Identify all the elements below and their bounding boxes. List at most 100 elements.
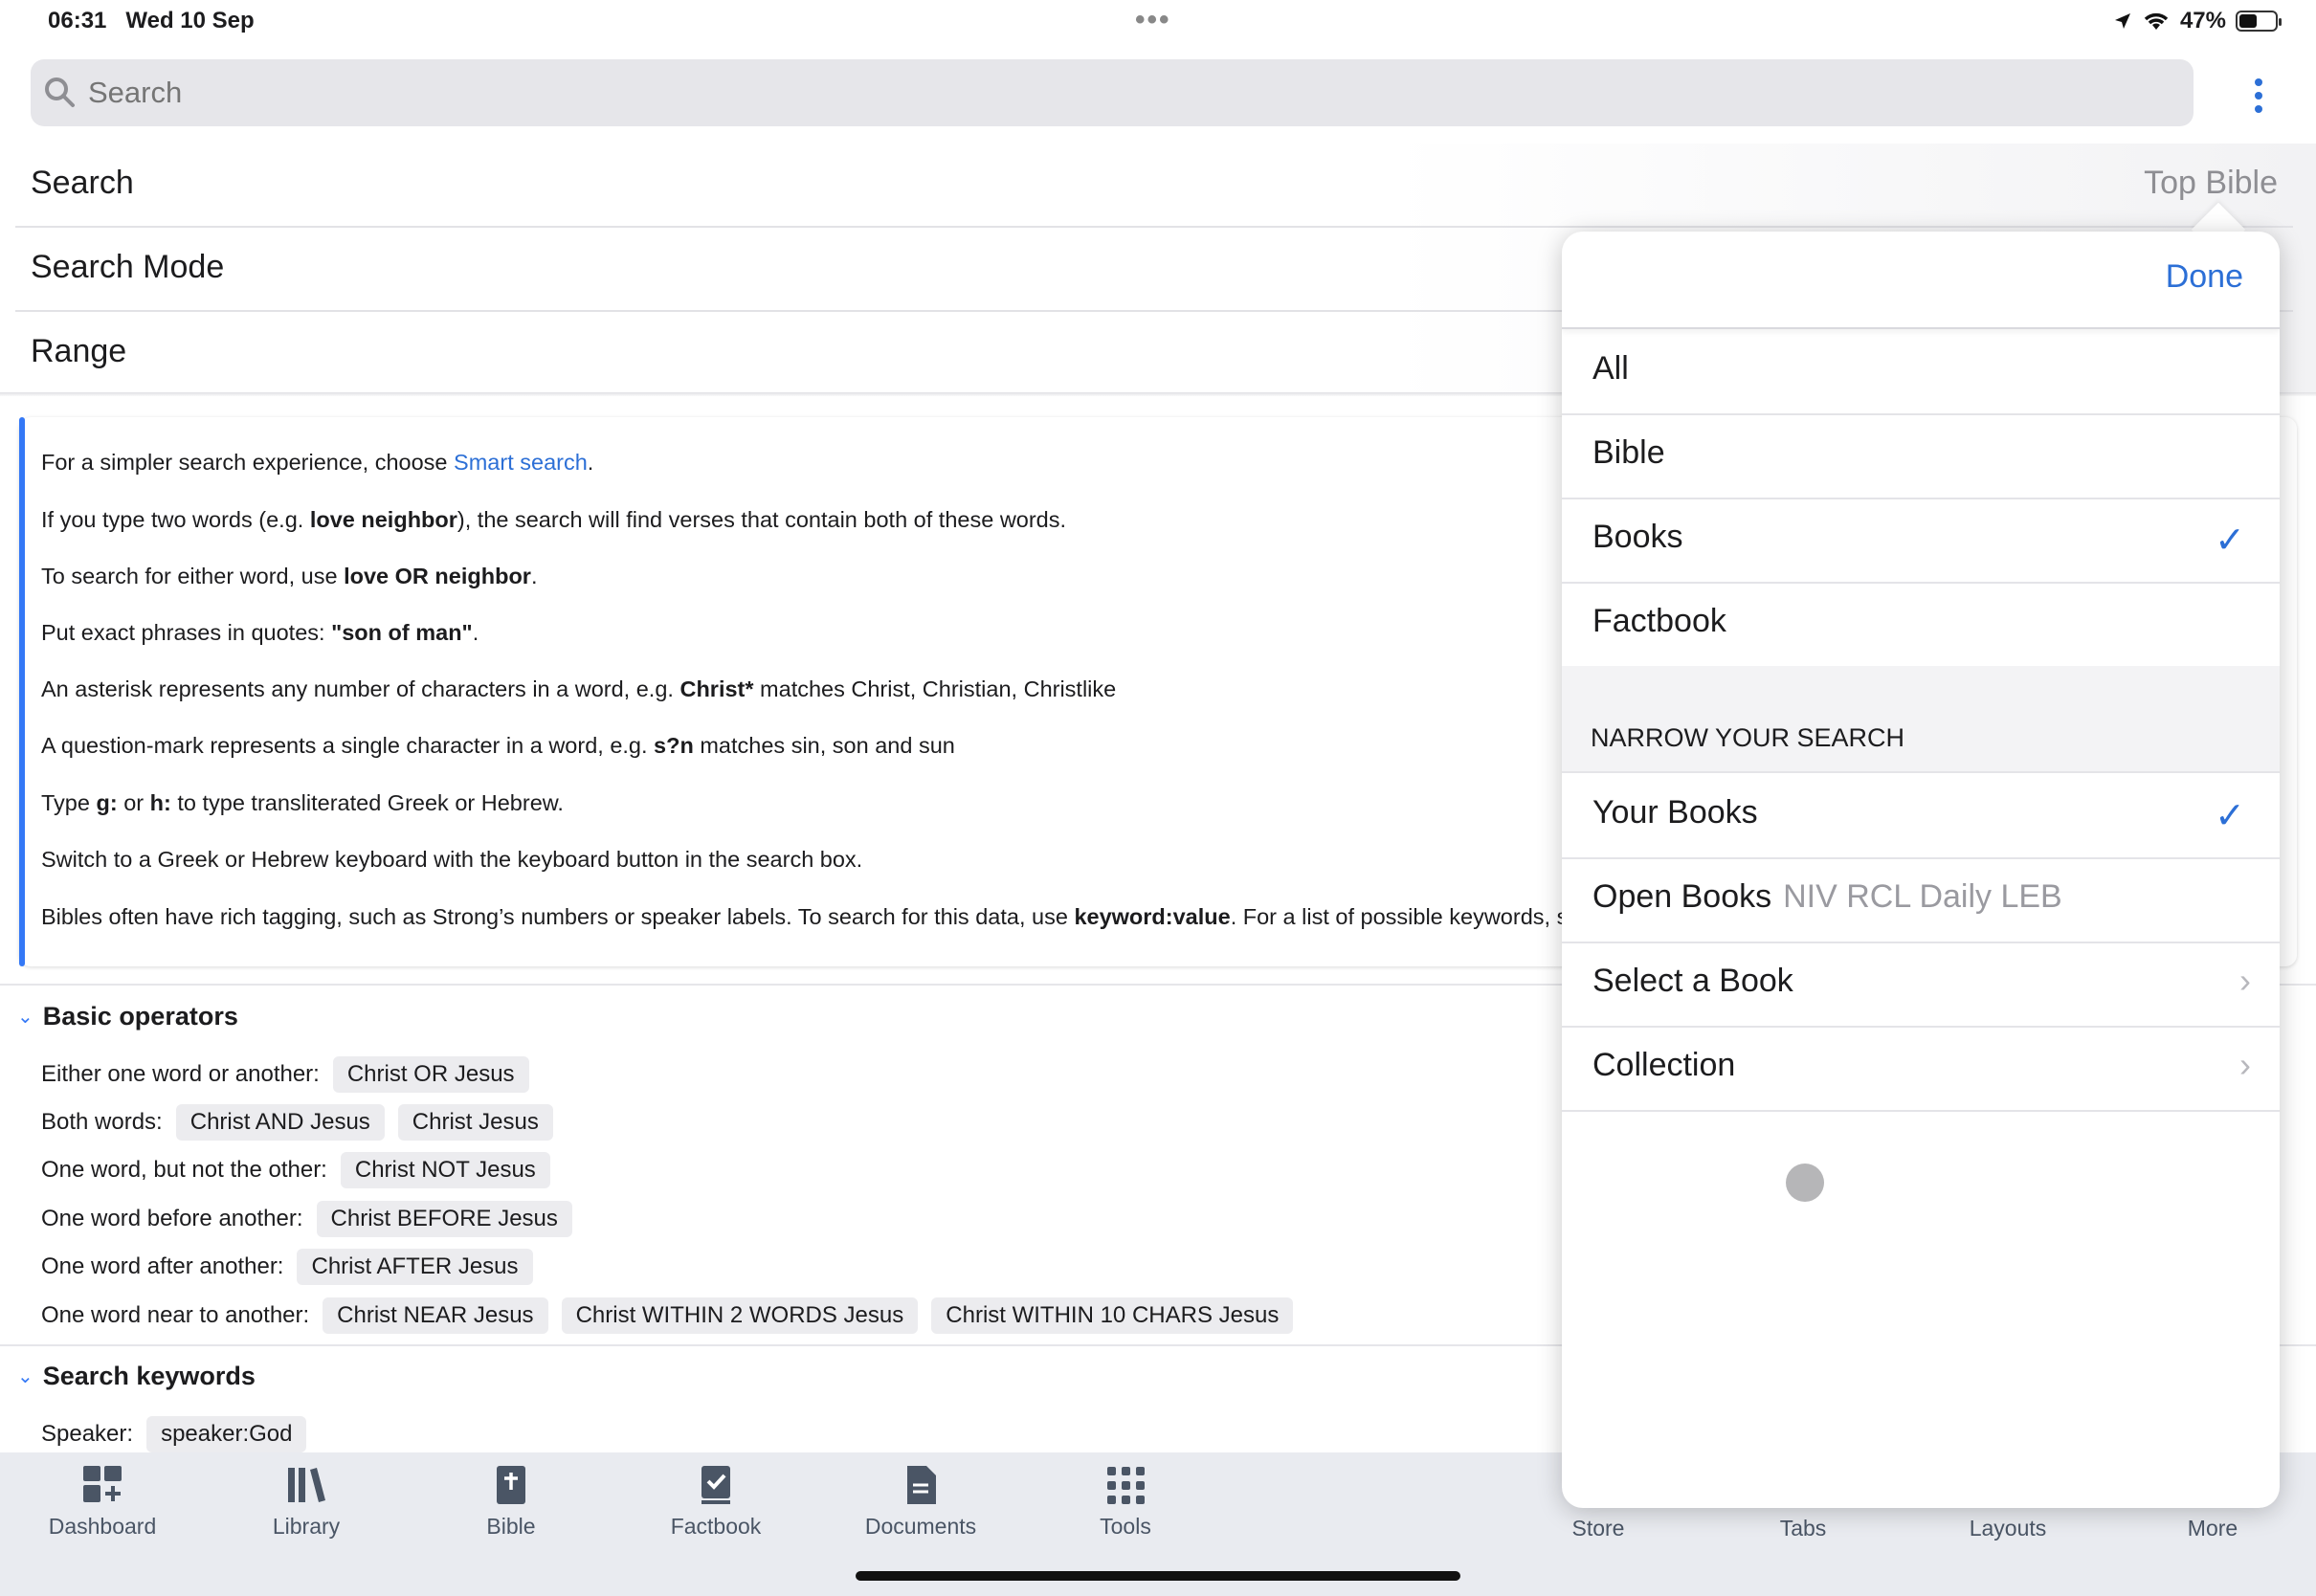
search-keywords-title: Search keywords bbox=[42, 1362, 256, 1390]
more-options-icon[interactable] bbox=[2247, 75, 2270, 117]
option-label: Books bbox=[1592, 519, 1683, 555]
bible-icon bbox=[497, 1466, 525, 1504]
tab-tools[interactable]: Tools bbox=[1039, 1464, 1212, 1540]
tab-more[interactable]: More bbox=[2127, 1516, 2299, 1541]
tab-label: More bbox=[2187, 1516, 2238, 1541]
checkmark-icon: ✓ bbox=[2215, 796, 2245, 836]
tab-label: Tools bbox=[1100, 1514, 1151, 1539]
operator-row: One word before another: Christ BEFORE J… bbox=[41, 1201, 572, 1237]
help-line: To search for either word, use love OR n… bbox=[41, 564, 538, 588]
multitasking-dots-icon[interactable]: ••• bbox=[1135, 4, 1171, 36]
chevron-down-icon: ⌄ bbox=[17, 1007, 33, 1028]
help-line: Switch to a Greek or Hebrew keyboard wit… bbox=[41, 847, 863, 872]
option-label: Factbook bbox=[1592, 603, 1726, 639]
help-accent-bar bbox=[19, 417, 25, 966]
status-time: 06:31 Wed 10 Sep bbox=[48, 8, 255, 33]
narrow-open-books[interactable]: Open Books NIV RCL Daily LEB bbox=[1562, 857, 2280, 943]
tab-label: Documents bbox=[864, 1514, 977, 1539]
tab-tabs[interactable]: Tabs bbox=[1717, 1516, 1889, 1541]
help-line: For a simpler search experience, choose … bbox=[41, 450, 594, 475]
option-label: Collection bbox=[1592, 1047, 1736, 1083]
narrow-your-books[interactable]: Your Books ✓ bbox=[1562, 771, 2280, 859]
search-keywords-header[interactable]: ⌄ Search keywords bbox=[17, 1362, 256, 1391]
option-label: Bible bbox=[1592, 434, 1665, 471]
chevron-down-icon: ⌄ bbox=[17, 1366, 33, 1387]
tab-factbook[interactable]: Factbook bbox=[630, 1464, 802, 1540]
option-label: Select a Book bbox=[1592, 963, 1793, 999]
operator-row: One word, but not the other: Christ NOT … bbox=[41, 1152, 550, 1188]
popover-header: Done bbox=[1562, 232, 2280, 329]
status-bar: 06:31 Wed 10 Sep ••• 47% bbox=[0, 0, 2316, 46]
status-indicators: 47% bbox=[2113, 8, 2282, 34]
search-mode-label: Search Mode bbox=[31, 249, 225, 285]
battery-icon bbox=[2236, 11, 2282, 32]
done-button[interactable]: Done bbox=[2166, 258, 2243, 296]
document-icon bbox=[907, 1466, 936, 1504]
operator-chip[interactable]: Christ AFTER Jesus bbox=[297, 1249, 533, 1285]
checkmark-icon: ✓ bbox=[2215, 521, 2245, 561]
operator-chip[interactable]: Christ WITHIN 2 WORDS Jesus bbox=[561, 1297, 919, 1334]
operator-chip[interactable]: Christ OR Jesus bbox=[332, 1056, 529, 1093]
operator-chip[interactable]: Christ NEAR Jesus bbox=[323, 1297, 548, 1334]
smart-search-link[interactable]: Smart search bbox=[454, 450, 588, 475]
option-factbook[interactable]: Factbook bbox=[1562, 582, 2280, 668]
help-line: Bibles often have rich tagging, such as … bbox=[41, 904, 1581, 929]
search-bar[interactable] bbox=[31, 59, 2194, 126]
option-bible[interactable]: Bible bbox=[1562, 413, 2280, 499]
tab-documents[interactable]: Documents bbox=[835, 1464, 1007, 1540]
operator-label: Both words: bbox=[41, 1109, 163, 1135]
tab-label: Layouts bbox=[1969, 1516, 2047, 1541]
operator-chip[interactable]: Christ WITHIN 10 CHARS Jesus bbox=[931, 1297, 1294, 1334]
home-indicator[interactable] bbox=[856, 1571, 1460, 1581]
keyword-chip[interactable]: speaker:God bbox=[146, 1416, 307, 1452]
operator-label: Either one word or another: bbox=[41, 1061, 320, 1087]
search-icon bbox=[45, 78, 75, 107]
open-books-list: NIV RCL Daily LEB bbox=[1783, 878, 2062, 915]
option-books[interactable]: Books ✓ bbox=[1562, 498, 2280, 584]
location-arrow-icon bbox=[2114, 13, 2130, 29]
status-date: Wed 10 Sep bbox=[125, 8, 255, 33]
keyword-label: Speaker: bbox=[41, 1421, 134, 1447]
search-row-label: Search bbox=[31, 165, 134, 201]
help-line: An asterisk represents any number of cha… bbox=[41, 676, 1117, 701]
tab-bible[interactable]: Bible bbox=[425, 1464, 597, 1540]
chevron-right-icon: › bbox=[2239, 961, 2251, 1000]
operator-chip[interactable]: Christ Jesus bbox=[397, 1104, 553, 1141]
dashboard-icon bbox=[83, 1466, 122, 1502]
tab-layouts[interactable]: Layouts bbox=[1922, 1516, 2094, 1541]
option-label: Your Books bbox=[1592, 794, 1758, 831]
narrow-select-book[interactable]: Select a Book › bbox=[1562, 942, 2280, 1028]
help-line: Put exact phrases in quotes: "son of man… bbox=[41, 620, 479, 645]
help-line: If you type two words (e.g. love neighbo… bbox=[41, 507, 1067, 532]
option-label: Open Books NIV RCL Daily LEB bbox=[1592, 878, 2062, 915]
narrow-collection[interactable]: Collection › bbox=[1562, 1026, 2280, 1112]
wifi-icon bbox=[2144, 12, 2169, 30]
tab-library[interactable]: Library bbox=[220, 1464, 392, 1540]
operator-chip[interactable]: Christ BEFORE Jesus bbox=[316, 1201, 572, 1237]
tab-dashboard[interactable]: Dashboard bbox=[16, 1464, 189, 1540]
tools-grid-icon bbox=[1107, 1467, 1145, 1504]
basic-operators-header[interactable]: ⌄ Basic operators bbox=[17, 1002, 238, 1031]
narrow-section-background bbox=[1562, 666, 2280, 773]
operator-row: Both words: Christ AND Jesus Christ Jesu… bbox=[41, 1104, 553, 1141]
operator-row: One word after another: Christ AFTER Jes… bbox=[41, 1249, 533, 1285]
tab-label: Dashboard bbox=[48, 1514, 157, 1539]
help-line: A question-mark represents a single char… bbox=[41, 733, 955, 758]
operator-row: Either one word or another: Christ OR Je… bbox=[41, 1056, 529, 1093]
keyword-row: Speaker: speaker:God bbox=[41, 1416, 307, 1452]
option-all[interactable]: All bbox=[1562, 329, 2280, 415]
operator-chip[interactable]: Christ AND Jesus bbox=[175, 1104, 385, 1141]
operator-chip[interactable]: Christ NOT Jesus bbox=[340, 1152, 550, 1188]
battery-percent: 47% bbox=[2179, 8, 2226, 33]
operator-label: One word after another: bbox=[41, 1253, 284, 1279]
narrow-search-header: NARROW YOUR SEARCH bbox=[1591, 723, 1905, 752]
search-input[interactable] bbox=[86, 75, 2004, 111]
option-label: All bbox=[1592, 350, 1629, 387]
search-type-row[interactable]: Search Top Bible bbox=[15, 144, 2293, 228]
help-line: Type g: or h: to type transliterated Gre… bbox=[41, 790, 564, 815]
tab-store[interactable]: Store bbox=[1512, 1516, 1684, 1541]
operator-label: One word, but not the other: bbox=[41, 1157, 327, 1183]
tab-label: Bible bbox=[486, 1514, 536, 1539]
tab-label: Store bbox=[1571, 1516, 1625, 1541]
factbook-icon bbox=[701, 1466, 730, 1504]
